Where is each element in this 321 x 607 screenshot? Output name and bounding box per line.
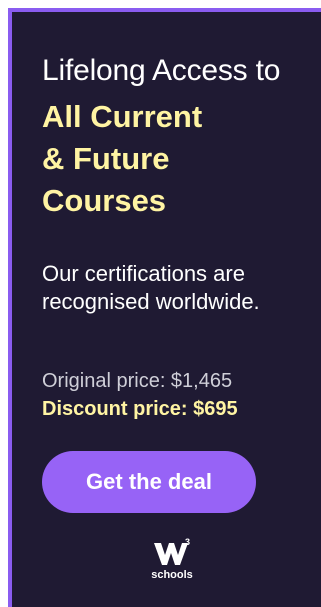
headline-line-2: All Current	[42, 99, 203, 134]
w3schools-logo-icon: 3	[154, 537, 190, 565]
promo-banner[interactable]: Lifelong Access to All Current & Future …	[8, 8, 321, 607]
discount-price: Discount price: $695	[42, 398, 238, 420]
original-price: Original price: $1,465	[42, 370, 233, 392]
headline-line-3: & Future	[42, 141, 170, 176]
logo-superscript: 3	[185, 537, 190, 547]
logo-text: schools	[151, 569, 193, 581]
get-the-deal-button[interactable]: Get the deal	[42, 451, 256, 513]
w3schools-logo[interactable]: 3 schools	[142, 537, 202, 597]
headline: Lifelong Access to All Current & Future …	[42, 56, 280, 222]
subtitle: Our certifications are recognised worldw…	[42, 261, 260, 314]
headline-line-4: Courses	[42, 183, 167, 218]
headline-line-1: Lifelong Access to	[42, 54, 281, 87]
